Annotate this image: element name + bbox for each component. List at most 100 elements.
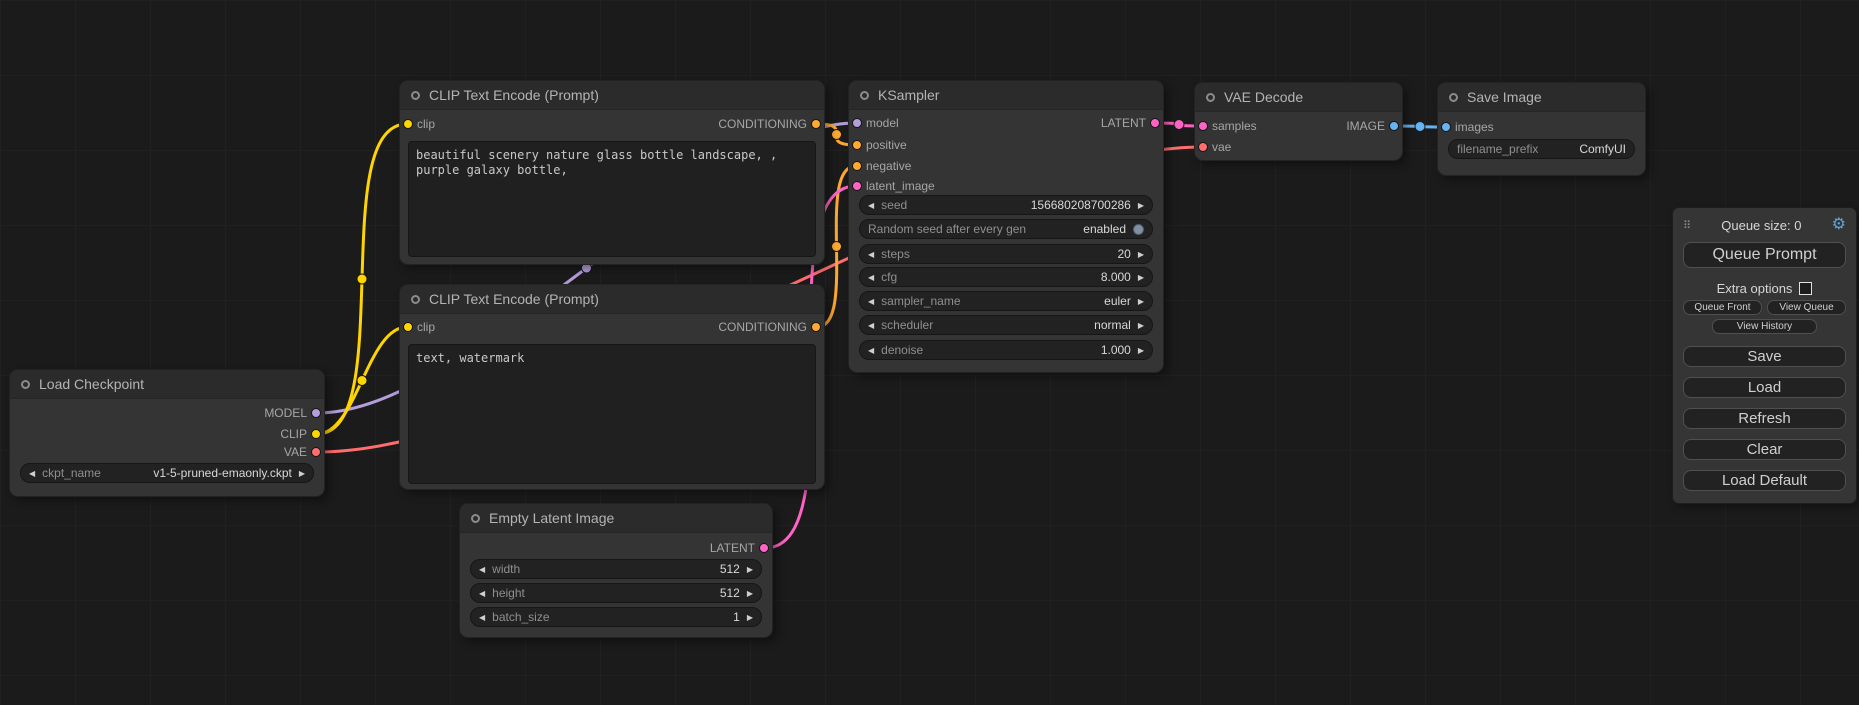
widget-batch-size[interactable]: ◀ batch_size 1 ▶ (470, 607, 762, 627)
link-midpoint-dot (582, 263, 592, 273)
input-label-clip: clip (417, 318, 435, 336)
widget-seed[interactable]: ◀ seed 156680208700286 ▶ (859, 195, 1153, 215)
refresh-button[interactable]: Refresh (1683, 408, 1846, 429)
queue-front-button[interactable]: Queue Front (1683, 300, 1762, 315)
load-default-button[interactable]: Load Default (1683, 470, 1846, 491)
collapse-dot-icon[interactable] (1206, 93, 1215, 102)
decrement-arrow-icon[interactable]: ◀ (868, 201, 874, 210)
increment-arrow-icon[interactable]: ▶ (1138, 250, 1144, 259)
output-slot-latent[interactable] (1150, 118, 1160, 128)
input-slot-samples[interactable] (1198, 121, 1208, 131)
node-title-bar[interactable]: Empty Latent Image (460, 504, 772, 533)
node-title-bar[interactable]: CLIP Text Encode (Prompt) (400, 285, 824, 314)
output-slot-conditioning[interactable] (811, 119, 821, 129)
widget-width[interactable]: ◀ width 512 ▶ (470, 559, 762, 579)
queue-prompt-button[interactable]: Queue Prompt (1683, 242, 1846, 268)
view-queue-button[interactable]: View Queue (1767, 300, 1846, 315)
widget-cfg[interactable]: ◀ cfg 8.000 ▶ (859, 267, 1153, 287)
settings-gear-icon[interactable]: ⚙ (1832, 217, 1846, 233)
graph-canvas[interactable]: Load Checkpoint MODEL CLIP VAE ◀ ckpt_na… (0, 0, 1859, 705)
input-slot-negative[interactable] (852, 161, 862, 171)
node-empty-latent-image[interactable]: Empty Latent Image LATENT ◀ width 512 ▶ … (460, 504, 772, 637)
decrement-arrow-icon[interactable]: ◀ (479, 589, 485, 598)
node-title-bar[interactable]: KSampler (849, 81, 1163, 110)
input-slot-vae[interactable] (1198, 142, 1208, 152)
toggle-dot[interactable] (1133, 224, 1144, 235)
collapse-dot-icon[interactable] (21, 380, 30, 389)
widget-scheduler[interactable]: ◀ scheduler normal ▶ (859, 315, 1153, 335)
decrement-arrow-icon[interactable]: ◀ (479, 613, 485, 622)
output-label-vae: VAE (284, 443, 307, 461)
node-clip-text-encode-negative[interactable]: CLIP Text Encode (Prompt) clip CONDITION… (400, 285, 824, 489)
collapse-dot-icon[interactable] (471, 514, 480, 523)
widget-sampler-name[interactable]: ◀ sampler_name euler ▶ (859, 291, 1153, 311)
node-vae-decode[interactable]: VAE Decode samples vae IMAGE (1195, 83, 1402, 160)
output-slot-clip[interactable] (311, 429, 321, 439)
node-ksampler[interactable]: KSampler model positive negative latent_… (849, 81, 1163, 372)
load-button[interactable]: Load (1683, 377, 1846, 398)
increment-arrow-icon[interactable]: ▶ (747, 589, 753, 598)
decrement-arrow-icon[interactable]: ◀ (868, 346, 874, 355)
queue-panel: ⠿ Queue size: 0 ⚙ Queue Prompt Extra opt… (1673, 208, 1856, 503)
collapse-dot-icon[interactable] (411, 295, 420, 304)
output-slot-image[interactable] (1389, 121, 1399, 131)
decrement-arrow-icon[interactable]: ◀ (868, 321, 874, 330)
output-label-image: IMAGE (1346, 117, 1385, 135)
link-midpoint-dot (357, 376, 367, 386)
decrement-arrow-icon[interactable]: ◀ (868, 273, 874, 282)
increment-arrow-icon[interactable]: ▶ (1138, 273, 1144, 282)
widget-steps[interactable]: ◀ steps 20 ▶ (859, 244, 1153, 264)
increment-arrow-icon[interactable]: ▶ (747, 613, 753, 622)
clear-button[interactable]: Clear (1683, 439, 1846, 460)
node-title-bar[interactable]: CLIP Text Encode (Prompt) (400, 81, 824, 110)
collapse-dot-icon[interactable] (1449, 93, 1458, 102)
increment-arrow-icon[interactable]: ▶ (299, 469, 305, 478)
widget-filename-prefix[interactable]: filename_prefix ComfyUI (1448, 139, 1635, 159)
save-button[interactable]: Save (1683, 346, 1846, 367)
input-slot-positive[interactable] (852, 140, 862, 150)
drag-handle-icon[interactable]: ⠿ (1683, 219, 1691, 232)
output-slot-latent[interactable] (759, 543, 769, 553)
prompt-textarea[interactable]: beautiful scenery nature glass bottle la… (408, 141, 816, 257)
widget-ckpt-name[interactable]: ◀ ckpt_name v1-5-pruned-emaonly.ckpt ▶ (20, 463, 314, 483)
widget-height[interactable]: ◀ height 512 ▶ (470, 583, 762, 603)
input-label-samples: samples (1212, 117, 1257, 135)
input-slot-clip[interactable] (403, 322, 413, 332)
input-slot-latent-image[interactable] (852, 181, 862, 191)
decrement-arrow-icon[interactable]: ◀ (868, 297, 874, 306)
node-title: VAE Decode (1224, 89, 1303, 105)
decrement-arrow-icon[interactable]: ◀ (868, 250, 874, 259)
widget-name: seed (881, 198, 907, 212)
output-slot-vae[interactable] (311, 447, 321, 457)
decrement-arrow-icon[interactable]: ◀ (479, 565, 485, 574)
input-label-negative: negative (866, 157, 911, 175)
node-title-bar[interactable]: Load Checkpoint (10, 370, 324, 399)
increment-arrow-icon[interactable]: ▶ (1138, 297, 1144, 306)
collapse-dot-icon[interactable] (411, 91, 420, 100)
prompt-textarea[interactable]: text, watermark (408, 344, 816, 484)
widget-value: v1-5-pruned-emaonly.ckpt (153, 466, 292, 480)
input-label-positive: positive (866, 136, 907, 154)
input-slot-images[interactable] (1441, 122, 1451, 132)
collapse-dot-icon[interactable] (860, 91, 869, 100)
view-history-button[interactable]: View History (1712, 319, 1816, 334)
decrement-arrow-icon[interactable]: ◀ (29, 469, 35, 478)
node-title-bar[interactable]: Save Image (1438, 83, 1645, 112)
link-clip-to-positive-prompt (317, 124, 407, 434)
input-label-model: model (866, 114, 899, 132)
input-slot-model[interactable] (852, 118, 862, 128)
increment-arrow-icon[interactable]: ▶ (1138, 346, 1144, 355)
output-slot-model[interactable] (311, 408, 321, 418)
node-clip-text-encode-positive[interactable]: CLIP Text Encode (Prompt) clip CONDITION… (400, 81, 824, 264)
node-save-image[interactable]: Save Image images filename_prefix ComfyU… (1438, 83, 1645, 175)
increment-arrow-icon[interactable]: ▶ (747, 565, 753, 574)
widget-denoise[interactable]: ◀ denoise 1.000 ▶ (859, 340, 1153, 360)
increment-arrow-icon[interactable]: ▶ (1138, 321, 1144, 330)
node-load-checkpoint[interactable]: Load Checkpoint MODEL CLIP VAE ◀ ckpt_na… (10, 370, 324, 496)
increment-arrow-icon[interactable]: ▶ (1138, 201, 1144, 210)
output-slot-conditioning[interactable] (811, 322, 821, 332)
input-slot-clip[interactable] (403, 119, 413, 129)
node-title-bar[interactable]: VAE Decode (1195, 83, 1402, 112)
widget-random-seed-toggle[interactable]: Random seed after every gen enabled (859, 219, 1153, 239)
extra-options-checkbox[interactable] (1799, 282, 1812, 295)
